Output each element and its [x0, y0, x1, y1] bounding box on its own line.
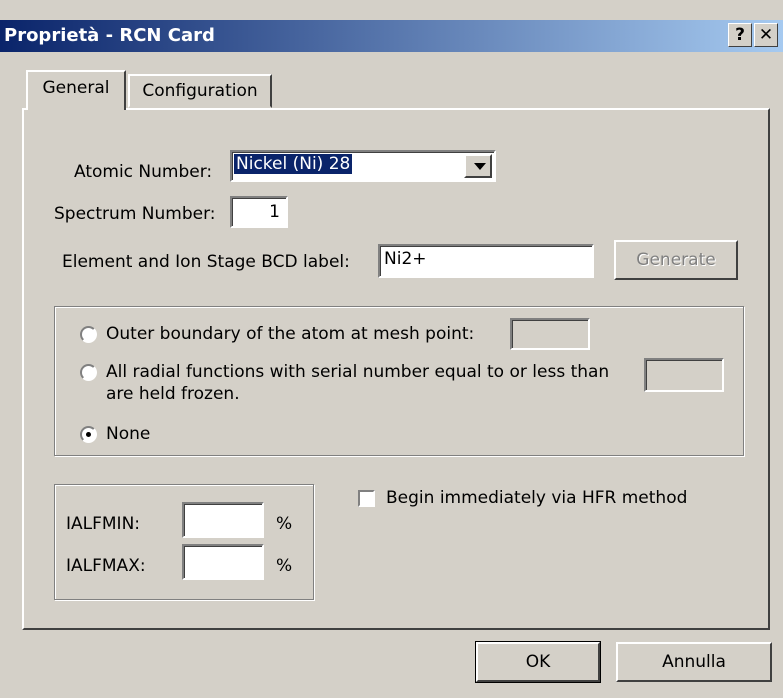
tab-general-label: General — [42, 78, 110, 98]
none-label: None — [106, 424, 151, 444]
spectrum-number-label: Spectrum Number: — [54, 204, 216, 224]
atomic-number-dropdown-button[interactable] — [464, 154, 492, 178]
help-icon: ? — [735, 25, 745, 45]
title-bar: Proprietà - RCN Card ? ✕ — [0, 20, 783, 52]
atomic-number-select[interactable]: Nickel (Ni) 28 — [230, 150, 496, 182]
bcd-value: Ni2+ — [384, 249, 427, 269]
hfr-checkbox[interactable] — [358, 490, 375, 507]
generate-button-label: Generate — [636, 250, 716, 270]
tab-configuration-label: Configuration — [142, 81, 258, 101]
radial-functions-radio[interactable] — [80, 364, 97, 381]
atomic-number-label: Atomic Number: — [74, 162, 213, 182]
hfr-label: Begin immediately via HFR method — [386, 488, 688, 508]
ialfmax-label: IALFMAX: — [66, 556, 146, 576]
ok-button-label: OK — [525, 652, 551, 672]
cancel-button-label: Annulla — [662, 652, 726, 672]
outer-boundary-label: Outer boundary of the atom at mesh point… — [106, 324, 475, 344]
ialfmin-unit: % — [276, 514, 293, 534]
window-title: Proprietà - RCN Card — [4, 25, 215, 46]
tab-general[interactable]: General — [26, 70, 126, 110]
radial-functions-label: All radial functions with serial number … — [106, 362, 610, 382]
radial-functions-input[interactable] — [644, 358, 724, 392]
outer-boundary-radio[interactable] — [80, 326, 97, 343]
close-button[interactable]: ✕ — [754, 23, 778, 47]
tab-joint — [28, 107, 124, 111]
close-icon: ✕ — [758, 25, 774, 45]
spectrum-number-value: 1 — [269, 202, 280, 222]
radial-functions-label-line2: are held frozen. — [106, 384, 240, 404]
help-button[interactable]: ? — [728, 23, 752, 47]
cancel-button[interactable]: Annulla — [616, 642, 772, 682]
ialfmin-label: IALFMIN: — [66, 514, 141, 534]
ialfmax-unit: % — [276, 556, 293, 576]
atomic-number-value: Nickel (Ni) 28 — [234, 154, 353, 174]
ialfmax-input[interactable] — [182, 544, 264, 580]
tab-configuration[interactable]: Configuration — [128, 74, 272, 108]
none-radio[interactable] — [80, 426, 97, 443]
spectrum-number-input[interactable]: 1 — [230, 196, 288, 228]
outer-boundary-input[interactable] — [510, 318, 590, 350]
generate-button[interactable]: Generate — [614, 240, 738, 280]
ok-button[interactable]: OK — [475, 641, 601, 683]
bcd-input[interactable]: Ni2+ — [378, 244, 594, 278]
ialfmin-input[interactable] — [182, 502, 264, 538]
chevron-down-icon — [474, 163, 486, 170]
bcd-label: Element and Ion Stage BCD label: — [62, 252, 350, 272]
